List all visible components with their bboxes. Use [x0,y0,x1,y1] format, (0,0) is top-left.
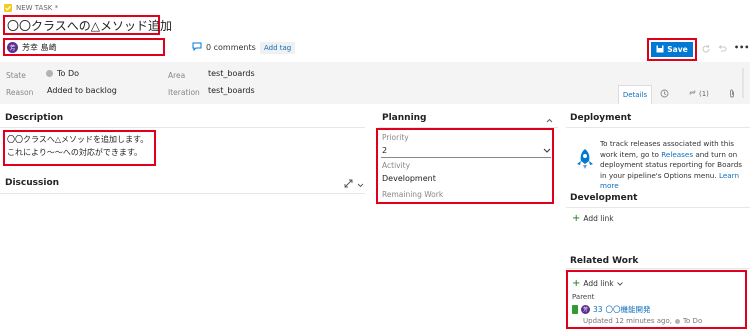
assigned-to-field[interactable]: 芳 芳幸 島崎 [3,38,165,56]
save-icon [656,45,664,55]
plus-icon: + [572,212,581,224]
link-icon [688,88,697,99]
development-add-link[interactable]: + Add link [572,212,614,224]
chevron-up-icon[interactable] [546,116,553,125]
feature-icon [572,305,578,314]
comments-button[interactable]: 0 comments [192,42,256,53]
parent-id: 33 [593,305,603,314]
divider [566,127,750,128]
assignee-name: 芳幸 島崎 [22,42,57,52]
related-work-panel: + Add link Parent 芳 33 〇〇機能開発 Updated 12… [566,270,747,329]
attachment-icon[interactable] [728,89,736,100]
activity-value[interactable]: Development [382,174,436,183]
scroll-handle[interactable] [742,68,744,98]
state-label: State [6,71,26,80]
deployment-heading: Deployment [570,113,632,123]
parent-state: To Do [682,317,703,325]
save-label: Save [667,45,688,54]
avatar: 芳 [7,41,18,53]
work-item-type: NEW TASK * [4,4,58,12]
activity-label: Activity [382,161,411,170]
iteration-label: Iteration [168,88,200,97]
divider [0,127,365,128]
refresh-icon[interactable] [701,44,711,56]
parent-item[interactable]: 芳 33 〇〇機能開発 [572,304,651,315]
divider [566,268,750,269]
area-value[interactable]: test_boards [208,69,255,78]
related-add-link-label: Add link [583,279,614,288]
development-heading: Development [570,193,638,203]
tab-links[interactable]: (1) [688,88,709,99]
save-highlight: Save [647,38,697,61]
remaining-work-label: Remaining Work [382,190,444,199]
avatar: 芳 [581,305,590,314]
priority-label: Priority [382,133,409,142]
expand-icon[interactable] [344,179,353,190]
planning-fields: Priority 2 Activity Development Remainin… [376,128,554,204]
iteration-value[interactable]: test_boards [208,86,255,95]
description-line-2: これにより～～への対応ができます。 [7,148,143,157]
plus-icon: + [572,277,581,289]
divider [378,127,558,128]
reason-value[interactable]: Added to backlog [47,86,117,95]
tab-details[interactable]: Details [618,85,652,104]
reason-label: Reason [6,88,34,97]
work-item-title[interactable]: 〇〇クラスへの△メソッド追加 [7,17,172,34]
parent-meta: Updated 12 minutes ago, To Do [583,317,702,325]
parent-label: Parent [572,293,595,301]
comment-icon [192,42,202,53]
undo-icon[interactable] [717,44,727,56]
parent-updated: Updated 12 minutes ago, [583,317,672,325]
work-item-type-label: NEW TASK * [16,4,59,12]
history-icon[interactable] [660,89,669,100]
description-heading: Description [5,113,64,123]
planning-heading: Planning [382,113,427,123]
task-type-icon [4,4,12,12]
chevron-down-icon [616,279,623,288]
links-count: (1) [699,89,709,98]
development-add-link-label: Add link [583,214,614,223]
description-line-1: 〇〇クラスへ△メソッドを追加します。 [7,135,149,144]
divider [566,207,750,208]
chevron-down-icon [543,146,551,155]
state-dot-icon [46,70,53,77]
priority-value: 2 [382,145,388,155]
parent-title[interactable]: 〇〇機能開発 [606,304,651,315]
state-field[interactable]: To Do [46,69,79,78]
area-label: Area [168,71,186,80]
save-button[interactable]: Save [651,42,693,57]
add-tag-button[interactable]: Add tag [260,42,296,54]
more-actions-button[interactable]: ••• [734,43,749,52]
state-value: To Do [57,69,80,78]
related-work-heading: Related Work [570,256,639,266]
releases-link[interactable]: Releases [661,150,693,159]
priority-select[interactable]: 2 [381,143,551,158]
tab-details-label: Details [622,91,648,99]
discussion-heading: Discussion [5,178,60,188]
description-field[interactable]: 〇〇クラスへ△メソッドを追加します。 これにより～～への対応ができます。 [3,130,156,166]
chevron-down-icon[interactable] [357,181,364,190]
title-field[interactable]: 〇〇クラスへの△メソッド追加 [3,15,172,35]
state-dot-icon [674,318,680,324]
deployment-text: To track releases associated with this w… [600,139,743,192]
divider [0,193,365,194]
comments-count: 0 comments [206,43,256,52]
related-add-link[interactable]: + Add link [572,277,623,289]
rocket-icon [574,148,596,172]
